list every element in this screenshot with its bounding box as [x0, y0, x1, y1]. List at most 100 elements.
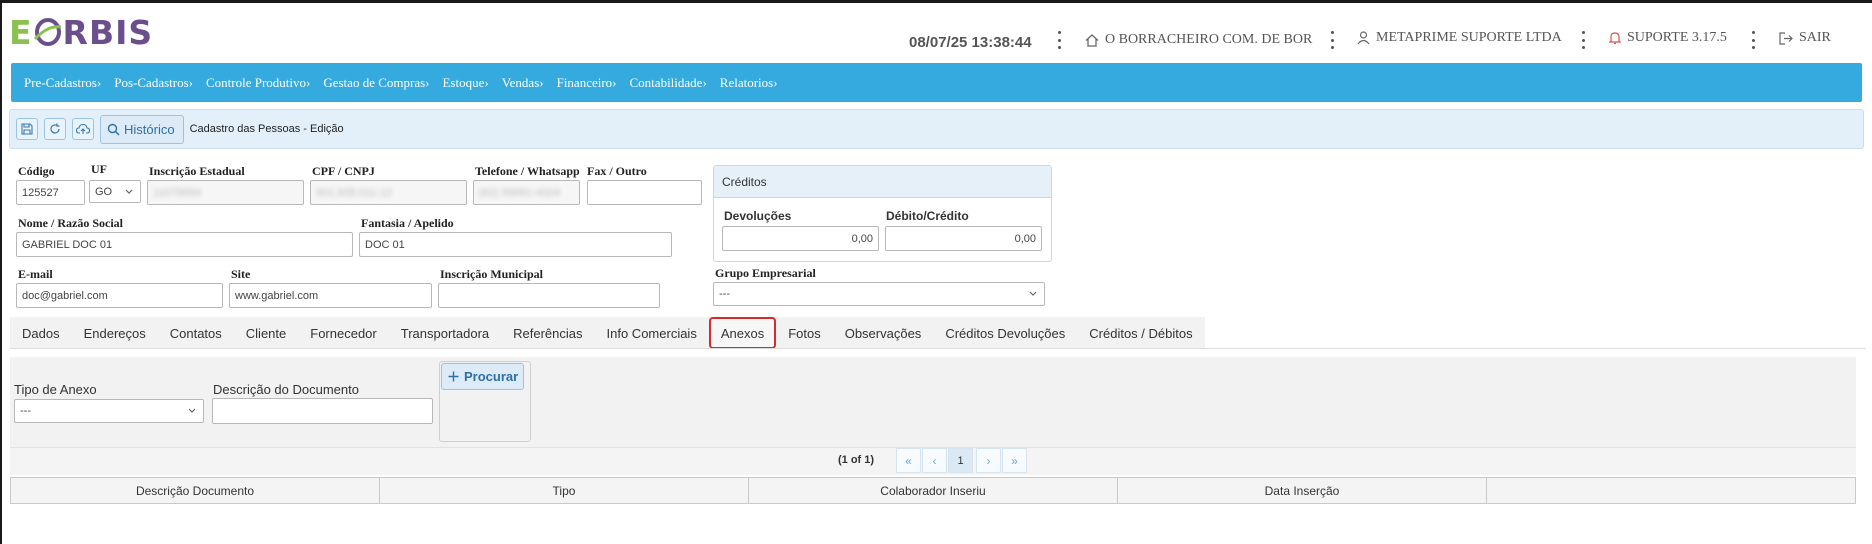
- inscricao-estadual-label: Inscrição Estadual: [149, 164, 245, 178]
- tab-fotos[interactable]: Fotos: [776, 317, 833, 349]
- upload-button[interactable]: [72, 118, 94, 140]
- tab-contatos[interactable]: Contatos: [158, 317, 234, 349]
- telefone-label: Telefone / Whatsapp: [475, 164, 580, 178]
- kebab-menu-icon[interactable]: [1580, 31, 1586, 49]
- email-label: E-mail: [18, 267, 53, 281]
- descricao-documento-field[interactable]: [212, 398, 433, 424]
- save-button[interactable]: [16, 118, 38, 140]
- tab-creditos-debitos[interactable]: Créditos / Débitos: [1077, 317, 1204, 349]
- chevron-down-icon: [188, 408, 196, 413]
- prev-page-button[interactable]: ‹: [922, 448, 947, 473]
- grupo-empresarial-select[interactable]: ---: [713, 282, 1045, 306]
- company-name: O BORRACHEIRO COM. DE BOR: [1105, 32, 1313, 47]
- menu-item-vendas[interactable]: Vendas›: [502, 75, 544, 91]
- menu-item-gestao-compras[interactable]: Gestao de Compras›: [323, 75, 429, 91]
- save-icon: [21, 123, 33, 135]
- double-chevron-left-icon: «: [905, 453, 912, 468]
- page-number-button[interactable]: 1: [948, 448, 973, 473]
- chevron-right-icon: ›: [986, 453, 991, 468]
- nome-field[interactable]: GABRIEL DOC 01: [16, 232, 353, 257]
- codigo-field[interactable]: 125527: [16, 180, 85, 205]
- column-header-colaborador[interactable]: Colaborador Inseriu: [749, 478, 1118, 503]
- kebab-menu-icon[interactable]: [1329, 31, 1335, 49]
- tab-dados[interactable]: Dados: [10, 317, 72, 349]
- main-menu-bar: Pre-Cadastros› Pos-Cadastros› Controle P…: [11, 63, 1862, 102]
- column-header-tipo[interactable]: Tipo: [380, 478, 749, 503]
- cpf-cnpj-field[interactable]: 001.939.011-12: [310, 180, 467, 205]
- last-page-button[interactable]: »: [1002, 448, 1027, 473]
- anexos-table-header: Descrição Documento Tipo Colaborador Ins…: [10, 477, 1856, 504]
- header-support[interactable]: SUPORTE 3.17.5: [1609, 28, 1727, 48]
- email-field[interactable]: doc@gabriel.com: [16, 283, 223, 308]
- tabs-divider: [10, 348, 1866, 349]
- support-version: SUPORTE 3.17.5: [1627, 30, 1727, 45]
- procurar-label: Procurar: [464, 369, 519, 384]
- historico-label: Histórico: [124, 121, 175, 137]
- record-tabs: Dados Endereços Contatos Cliente Fornece…: [10, 317, 1205, 349]
- historico-button[interactable]: Histórico: [100, 114, 184, 144]
- telefone-field[interactable]: (62) 99891-4324: [473, 180, 580, 205]
- refresh-icon: [50, 123, 60, 134]
- debito-credito-field[interactable]: 0,00: [885, 226, 1042, 251]
- tab-referencias[interactable]: Referências: [501, 317, 594, 349]
- bell-icon: [1609, 32, 1621, 45]
- column-header-actions: [1487, 478, 1855, 503]
- kebab-menu-icon[interactable]: [1750, 31, 1756, 49]
- tab-anexos[interactable]: Anexos: [708, 317, 777, 349]
- chevron-left-icon: ‹: [932, 453, 937, 468]
- fax-label: Fax / Outro: [587, 164, 647, 178]
- menu-item-relatorios[interactable]: Relatorios›: [720, 75, 778, 91]
- search-icon: [107, 123, 120, 135]
- chevron-down-icon: [125, 189, 133, 194]
- tab-enderecos[interactable]: Endereços: [72, 317, 158, 349]
- devolucoes-field[interactable]: 0,00: [722, 226, 879, 251]
- page-title: Cadastro das Pessoas - Edição: [189, 123, 344, 135]
- uf-label: UF: [91, 162, 107, 176]
- menu-item-financeiro[interactable]: Financeiro›: [557, 75, 617, 91]
- menu-item-controle-produtivo[interactable]: Controle Produtivo›: [206, 75, 310, 91]
- header-company[interactable]: O BORRACHEIRO COM. DE BOR: [1085, 30, 1312, 50]
- fantasia-label: Fantasia / Apelido: [361, 216, 454, 230]
- tab-fornecedor[interactable]: Fornecedor: [298, 317, 388, 349]
- fantasia-field[interactable]: DOC 01: [359, 232, 672, 257]
- column-header-descricao[interactable]: Descrição Documento: [11, 478, 380, 503]
- menu-item-pos-cadastros[interactable]: Pos-Cadastros›: [114, 75, 193, 91]
- plus-icon: [448, 371, 459, 382]
- header-datetime: 08/07/25 13:38:44: [909, 33, 1032, 51]
- paginator-info: (1 of 1): [838, 454, 875, 466]
- site-field[interactable]: www.gabriel.com: [229, 283, 432, 308]
- tipo-anexo-select[interactable]: ---: [14, 399, 204, 423]
- uf-select[interactable]: GO: [89, 180, 141, 203]
- cpf-cnpj-label: CPF / CNPJ: [312, 164, 375, 178]
- inscricao-estadual-field[interactable]: 11078694: [147, 180, 304, 205]
- logout-label: SAIR: [1799, 30, 1831, 45]
- next-page-button[interactable]: ›: [976, 448, 1001, 473]
- tab-transportadora[interactable]: Transportadora: [389, 317, 501, 349]
- fax-field[interactable]: [587, 180, 702, 205]
- creditos-title: Créditos: [714, 166, 1051, 198]
- descricao-documento-label: Descrição do Documento: [213, 382, 359, 397]
- home-icon: [1085, 33, 1099, 47]
- user-name: METAPRIME SUPORTE LTDA: [1376, 30, 1562, 45]
- first-page-button[interactable]: «: [896, 448, 921, 473]
- tab-cliente[interactable]: Cliente: [234, 317, 298, 349]
- menu-item-estoque[interactable]: Estoque›: [442, 75, 488, 91]
- logout-icon: [1779, 31, 1793, 45]
- kebab-menu-icon[interactable]: [1056, 31, 1062, 49]
- tipo-anexo-label: Tipo de Anexo: [14, 382, 97, 397]
- chevron-down-icon: [1029, 291, 1037, 296]
- procurar-button[interactable]: Procurar: [441, 363, 524, 390]
- tab-observacoes[interactable]: Observações: [833, 317, 934, 349]
- header-user[interactable]: METAPRIME SUPORTE LTDA: [1357, 28, 1562, 48]
- nome-label: Nome / Razão Social: [18, 216, 123, 230]
- menu-item-contabilidade[interactable]: Contabilidade›: [630, 75, 707, 91]
- inscricao-municipal-field[interactable]: [438, 283, 660, 308]
- logout-button[interactable]: SAIR: [1779, 28, 1831, 48]
- tab-creditos-devolucoes[interactable]: Créditos Devoluções: [933, 317, 1077, 349]
- cloud-upload-icon: [76, 123, 90, 134]
- column-header-data-insercao[interactable]: Data Inserção: [1118, 478, 1487, 503]
- tab-info-comerciais[interactable]: Info Comerciais: [595, 317, 709, 349]
- menu-item-pre-cadastros[interactable]: Pre-Cadastros›: [24, 75, 101, 91]
- refresh-button[interactable]: [44, 118, 66, 140]
- devolucoes-label: Devoluções: [724, 209, 792, 223]
